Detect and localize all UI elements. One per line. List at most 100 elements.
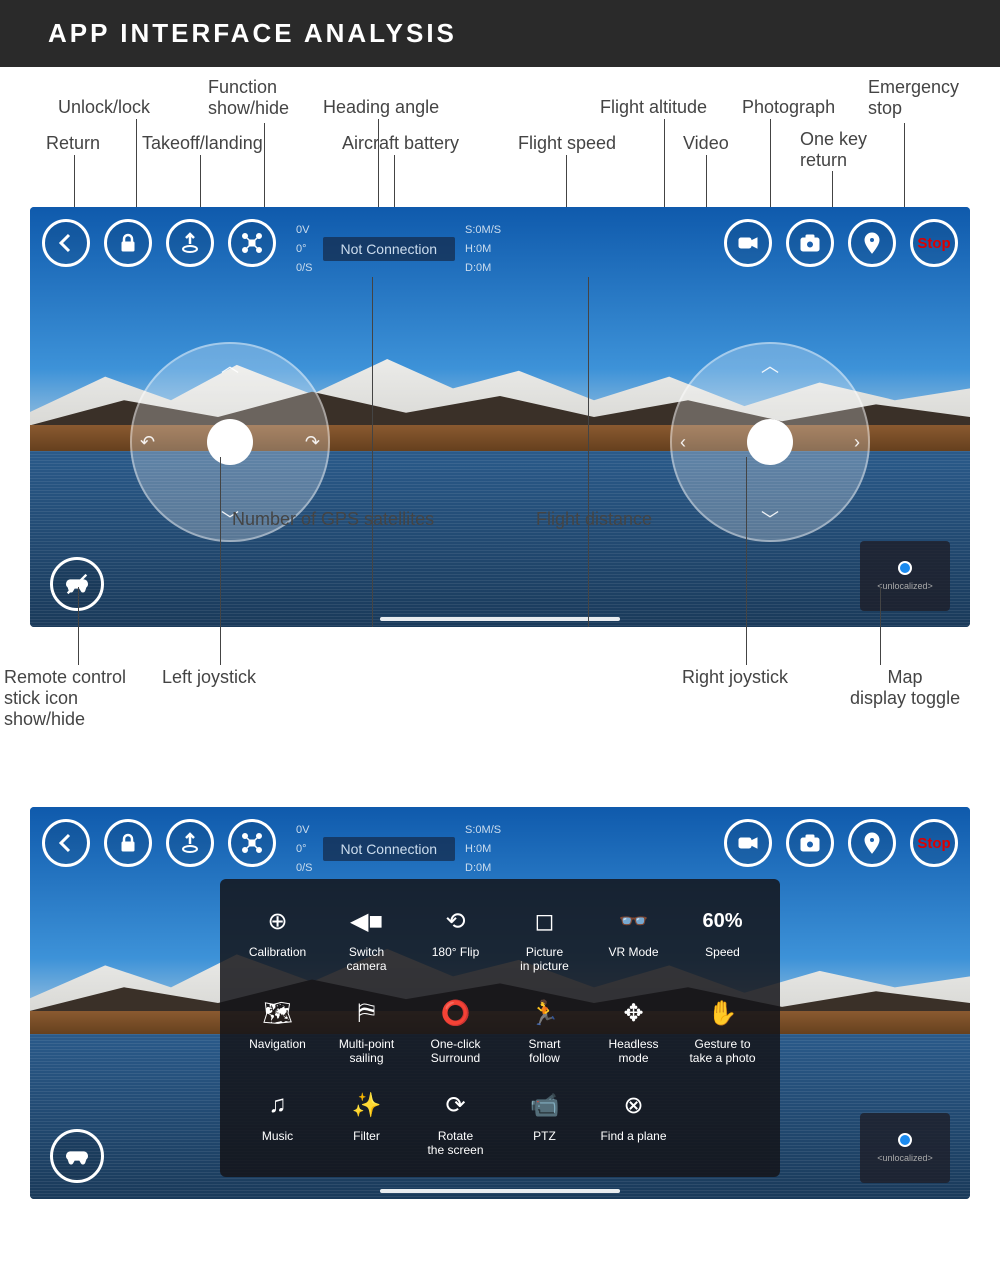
heading-value: 0°	[296, 243, 313, 255]
func-calibration[interactable]: ⊕Calibration	[236, 905, 319, 973]
func-filter[interactable]: ✨Filter	[325, 1089, 408, 1157]
right-joystick[interactable]: ︿ ﹀ ‹ ›	[670, 342, 870, 542]
chevron-up-icon: ︿	[221, 352, 239, 378]
lock-button[interactable]	[104, 219, 152, 267]
func-navigation[interactable]: 🗺Navigation	[236, 997, 319, 1065]
map-location-dot-icon	[898, 1133, 912, 1147]
label-flight-altitude: Flight altitude	[600, 97, 707, 118]
takeoff-icon	[178, 831, 202, 855]
chevron-down-icon: ﹀	[761, 506, 779, 532]
func-vr-mode[interactable]: 👓VR Mode	[592, 905, 675, 973]
func-gesture[interactable]: ✋Gesture to take a photo	[681, 997, 764, 1065]
compass-icon: ⊕	[262, 905, 294, 937]
func-find-plane[interactable]: ⊗Find a plane	[592, 1089, 675, 1157]
speed-value-icon: 60%	[707, 905, 739, 937]
right-icon-group: Stop	[724, 219, 958, 267]
return-button[interactable]	[42, 219, 90, 267]
label-return: Return	[46, 133, 100, 154]
chevron-up-icon: ︿	[761, 352, 779, 378]
top-bar-2: 0V 0° 0/S Not Connection S:0M/S H:0M D:0…	[42, 819, 958, 879]
satellites-value: 0/S	[296, 862, 313, 874]
flip-icon: ⟲	[440, 905, 472, 937]
func-smart-follow[interactable]: 🏃Smart follow	[503, 997, 586, 1065]
label-gps-satellites: Number of GPS satellites	[232, 509, 434, 530]
joystick-stick[interactable]	[747, 419, 793, 465]
stop-label: Stop	[917, 235, 950, 252]
label-right-joystick: Right joystick	[682, 667, 788, 688]
drone-icon	[240, 231, 264, 255]
home-indicator	[380, 617, 620, 621]
label-photograph: Photograph	[742, 97, 835, 118]
func-180-flip[interactable]: ⟲180° Flip	[414, 905, 497, 973]
return-home-button[interactable]	[848, 219, 896, 267]
screenshot-1: 0V 0° 0/S Not Connection S:0M/S H:0M D:0…	[30, 207, 970, 627]
drone-icon	[240, 831, 264, 855]
home-indicator	[380, 1189, 620, 1193]
connection-status: Not Connection	[323, 237, 456, 261]
func-music[interactable]: ♫Music	[236, 1089, 319, 1157]
stop-button[interactable]: Stop	[910, 819, 958, 867]
return-home-button[interactable]	[848, 819, 896, 867]
speed-value: S:0M/S	[465, 824, 501, 836]
camera-icon	[798, 231, 822, 255]
map-widget[interactable]: <unlocalized>	[860, 541, 950, 611]
label-function-show-hide: Function show/hide	[208, 77, 289, 119]
vr-icon: 👓	[618, 905, 650, 937]
switch-camera-icon: ◀■	[351, 905, 383, 937]
location-icon	[860, 231, 884, 255]
func-ptz[interactable]: 📹PTZ	[503, 1089, 586, 1157]
label-unlock-lock: Unlock/lock	[58, 97, 150, 118]
video-button[interactable]	[724, 219, 772, 267]
arrows-icon: ✥	[618, 997, 650, 1029]
map-icon: 🗺	[262, 997, 294, 1029]
label-aircraft-battery: Aircraft battery	[342, 133, 459, 154]
map-label: <unlocalized>	[877, 581, 933, 591]
label-one-key-return: One key return	[800, 129, 867, 171]
function-button[interactable]	[228, 819, 276, 867]
battery-value: 0V	[296, 224, 313, 236]
orbit-icon: ⭕	[440, 997, 472, 1029]
heading-value: 0°	[296, 843, 313, 855]
lock-icon	[116, 231, 140, 255]
chevron-left-icon	[54, 231, 78, 255]
chevron-left-icon	[54, 831, 78, 855]
takeoff-button[interactable]	[166, 219, 214, 267]
takeoff-icon	[178, 231, 202, 255]
rotate-icon: ⟳	[440, 1089, 472, 1121]
label-remote-stick: Remote control stick icon show/hide	[4, 667, 126, 730]
wand-icon: ✨	[351, 1089, 383, 1121]
lock-icon	[116, 831, 140, 855]
video-button[interactable]	[724, 819, 772, 867]
takeoff-button[interactable]	[166, 819, 214, 867]
bottom-labels-area: Remote control stick icon show/hide Left…	[10, 627, 990, 787]
search-icon: ⊗	[618, 1089, 650, 1121]
lock-button[interactable]	[104, 819, 152, 867]
func-pip[interactable]: ◻Picture in picture	[503, 905, 586, 973]
label-left-joystick: Left joystick	[162, 667, 256, 688]
map-widget[interactable]: <unlocalized>	[860, 1113, 950, 1183]
stop-button[interactable]: Stop	[910, 219, 958, 267]
photo-button[interactable]	[786, 219, 834, 267]
label-takeoff-landing: Takeoff/landing	[142, 133, 263, 154]
video-icon	[736, 831, 760, 855]
joystick-stick[interactable]	[207, 419, 253, 465]
photo-button[interactable]	[786, 819, 834, 867]
func-headless[interactable]: ✥Headless mode	[592, 997, 675, 1065]
gamepad-toggle-button[interactable]	[50, 1129, 104, 1183]
func-speed[interactable]: 60%Speed	[681, 905, 764, 973]
altitude-value: H:0M	[465, 243, 501, 255]
func-multipoint[interactable]: ⛿Multi-point sailing	[325, 997, 408, 1065]
speed-value: S:0M/S	[465, 224, 501, 236]
label-heading-angle: Heading angle	[323, 97, 439, 118]
telemetry-panel: 0V 0° 0/S Not Connection S:0M/S H:0M D:0…	[286, 219, 511, 279]
label-flight-speed: Flight speed	[518, 133, 616, 154]
return-button[interactable]	[42, 819, 90, 867]
func-switch-camera[interactable]: ◀■Switch camera	[325, 905, 408, 973]
satellites-value: 0/S	[296, 262, 313, 274]
func-surround[interactable]: ⭕One-click Surround	[414, 997, 497, 1065]
label-flight-distance: Flight distance	[536, 509, 652, 530]
function-button[interactable]	[228, 219, 276, 267]
gamepad-toggle-button[interactable]	[50, 557, 104, 611]
func-rotate[interactable]: ⟳Rotate the screen	[414, 1089, 497, 1157]
function-panel: ⊕Calibration ◀■Switch camera ⟲180° Flip …	[220, 879, 780, 1177]
